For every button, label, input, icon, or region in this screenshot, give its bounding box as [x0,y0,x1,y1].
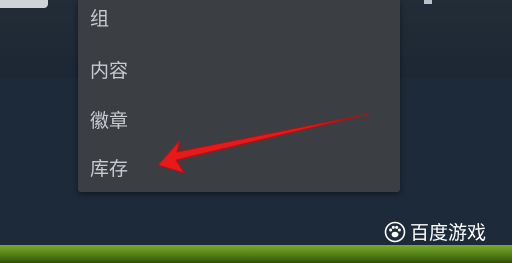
profile-dropdown-menu: 组 内容 徽章 库存 [78,0,400,192]
menu-item-inventory[interactable]: 库存 [90,157,128,181]
menu-item-content[interactable]: 内容 [90,59,128,83]
menu-item-groups[interactable]: 组 [90,7,109,31]
watermark-text: 百度游戏 [410,221,487,244]
header-menu-fragment [424,0,432,4]
header-logo-fragment [0,0,48,8]
menu-item-badges[interactable]: 徽章 [90,109,128,133]
green-highlight-strip [0,245,512,263]
baidu-games-watermark: 百度游戏 [383,219,487,244]
baidu-paw-icon [384,221,406,243]
